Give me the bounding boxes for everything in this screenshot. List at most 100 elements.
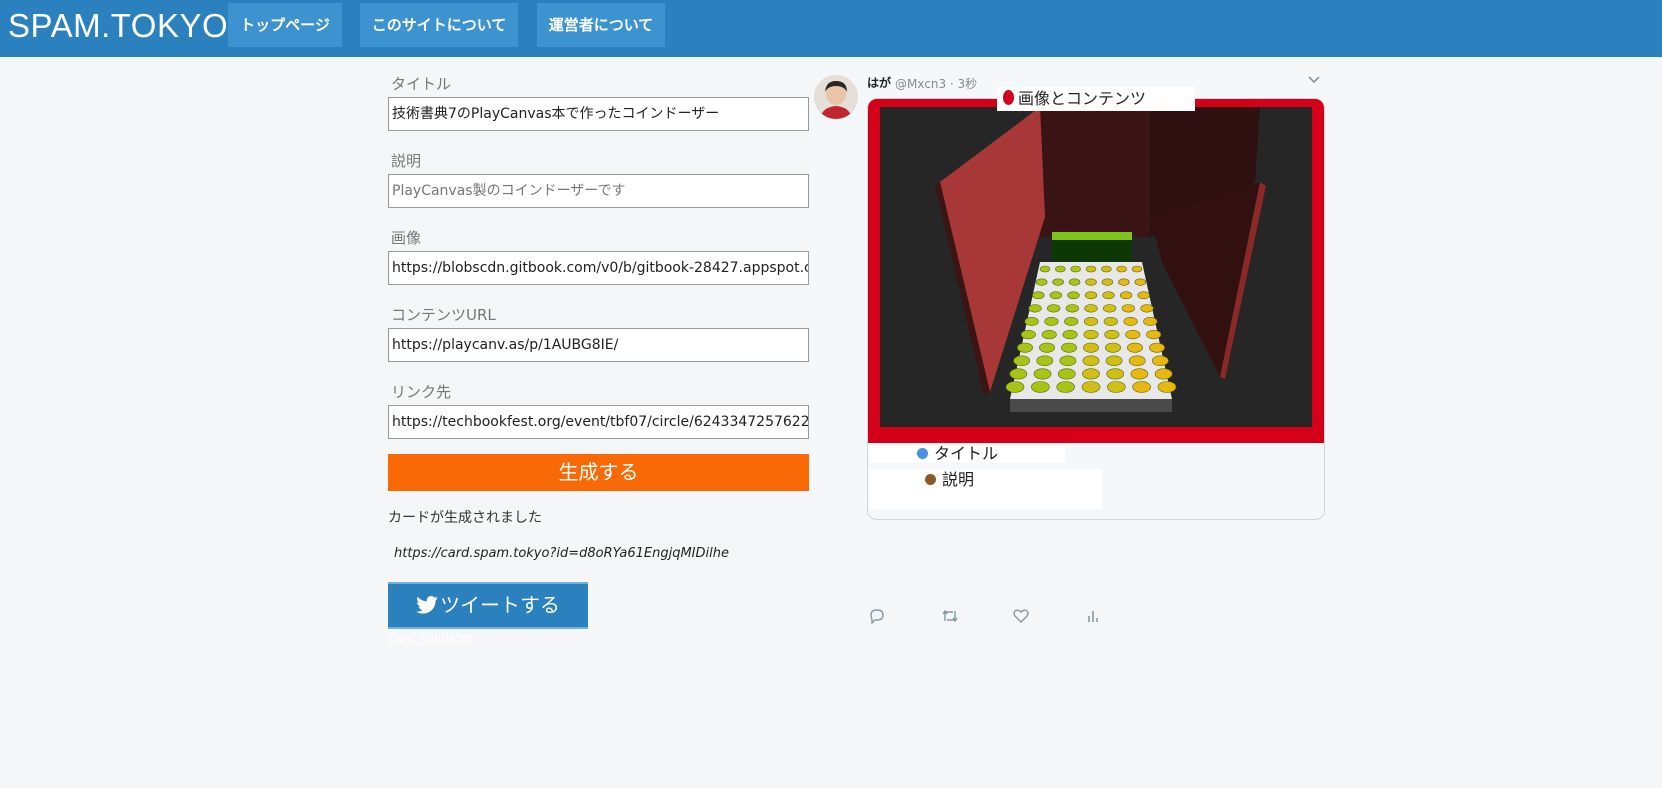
coin [1082, 355, 1100, 367]
twitter-card[interactable]: タイトル 説明 [867, 98, 1325, 520]
coin [1056, 381, 1075, 393]
card-url[interactable]: https://card.spam.tokyo?id=d8oRYa61Engjq… [394, 546, 729, 561]
coin [1083, 329, 1099, 340]
tweet-button[interactable]: ツイートする [388, 582, 588, 629]
title-input[interactable]: 技術書典7のPlayCanvas本で作ったコインドーザー [388, 97, 809, 131]
retweet-icon[interactable] [941, 608, 959, 624]
tweet-author-name[interactable]: はが [867, 74, 891, 91]
coin [1151, 355, 1169, 367]
coin [1123, 317, 1138, 326]
image-label: 画像 [391, 229, 422, 247]
coin [1065, 304, 1079, 313]
tweet-preview: はが @Mxcn3 · 3秒 タイトル 説明 画像とコンテンツ [811, 70, 1325, 624]
coin [1070, 265, 1081, 273]
coin [1140, 304, 1154, 313]
coin [1009, 368, 1028, 380]
description-label: 説明 [391, 152, 422, 170]
title-marker-icon [917, 448, 928, 459]
twitter-bird-icon [416, 595, 438, 614]
card-image-legend-text: 画像とコンテンツ [1018, 89, 1147, 108]
coin [1013, 355, 1031, 367]
coin [1119, 291, 1133, 300]
coin [1083, 342, 1099, 353]
coin [1049, 291, 1063, 300]
coin [1131, 265, 1143, 273]
coin [1134, 278, 1147, 286]
description-marker-icon [925, 474, 936, 485]
card-title: タイトル [869, 445, 1065, 463]
card-image [880, 107, 1312, 427]
coin [1061, 342, 1077, 353]
coin [1143, 317, 1158, 326]
coin [1118, 278, 1130, 286]
coin [1041, 329, 1057, 340]
coin [1059, 355, 1077, 367]
coin [1157, 381, 1177, 393]
content-url-input[interactable]: https://playcanv.as/p/1AUBG8IE/ [388, 328, 809, 362]
site-header: SPAM.TOKYO トップページ このサイトについて 運営者について [0, 0, 1662, 57]
coin [1104, 329, 1120, 340]
avatar[interactable] [814, 75, 858, 119]
card-image-frame [868, 99, 1324, 443]
coin [1116, 265, 1127, 273]
coin [1149, 342, 1165, 353]
coin [1068, 278, 1081, 286]
coin [1084, 304, 1098, 313]
coin [1064, 317, 1079, 326]
coin [1062, 329, 1078, 340]
link-label: リンク先 [391, 383, 452, 401]
coin [1103, 317, 1118, 326]
coin [1106, 368, 1125, 380]
card-description-text: 説明 [942, 470, 975, 489]
coin [1005, 381, 1025, 393]
coin [1081, 381, 1101, 393]
coin [1057, 368, 1076, 380]
card-description: 説明 [869, 469, 1102, 509]
title-label: タイトル [391, 75, 452, 93]
coin [1032, 291, 1045, 300]
coin [1039, 265, 1051, 273]
card-title-text: タイトル [934, 444, 999, 463]
coin [1067, 291, 1080, 300]
generate-button[interactable]: 生成する [388, 454, 809, 491]
coin [1047, 304, 1061, 313]
content-url-label: コンテンツURL [391, 306, 496, 324]
avatar-image [814, 75, 858, 119]
image-url-input[interactable]: https://blobscdn.gitbook.com/v0/b/gitboo… [388, 251, 809, 285]
tweet-button-label: ツイートする [440, 593, 560, 617]
coin [1083, 317, 1099, 326]
like-icon[interactable] [1013, 608, 1029, 624]
description-input[interactable]: PlayCanvas製のコインドーザーです [388, 174, 809, 208]
coin [1130, 368, 1149, 380]
coin [1107, 381, 1126, 393]
coin [1137, 291, 1150, 300]
nav-about-operator[interactable]: 運営者について [537, 3, 665, 47]
coin [1101, 265, 1112, 273]
coin [1082, 368, 1100, 380]
nav-about-site[interactable]: このサイトについて [360, 3, 518, 47]
coin [1103, 304, 1117, 313]
coin [1055, 265, 1066, 273]
coin [1035, 278, 1048, 286]
reply-icon[interactable] [869, 608, 885, 624]
coin [1084, 291, 1098, 300]
coin [1044, 317, 1059, 326]
coin [1028, 304, 1042, 313]
card-validator-link[interactable]: Card Validator [388, 631, 473, 645]
coin [1085, 265, 1097, 273]
coin [1036, 355, 1054, 367]
tweet-author-handle[interactable]: @Mxcn3 · 3秒 [895, 75, 977, 92]
coin [1033, 368, 1052, 380]
nav-top-page[interactable]: トップページ [228, 3, 342, 47]
coin [1128, 355, 1146, 367]
coin [1024, 317, 1039, 326]
chevron-down-icon[interactable] [1308, 76, 1320, 84]
coin [1121, 304, 1135, 313]
site-logo[interactable]: SPAM.TOKYO [8, 7, 228, 45]
coin [1020, 329, 1036, 340]
analytics-icon[interactable] [1086, 608, 1100, 624]
coin [1052, 278, 1064, 286]
link-url-input[interactable]: https://techbookfest.org/event/tbf07/cir… [388, 405, 809, 439]
coin [1085, 278, 1097, 286]
coin [1125, 329, 1141, 340]
